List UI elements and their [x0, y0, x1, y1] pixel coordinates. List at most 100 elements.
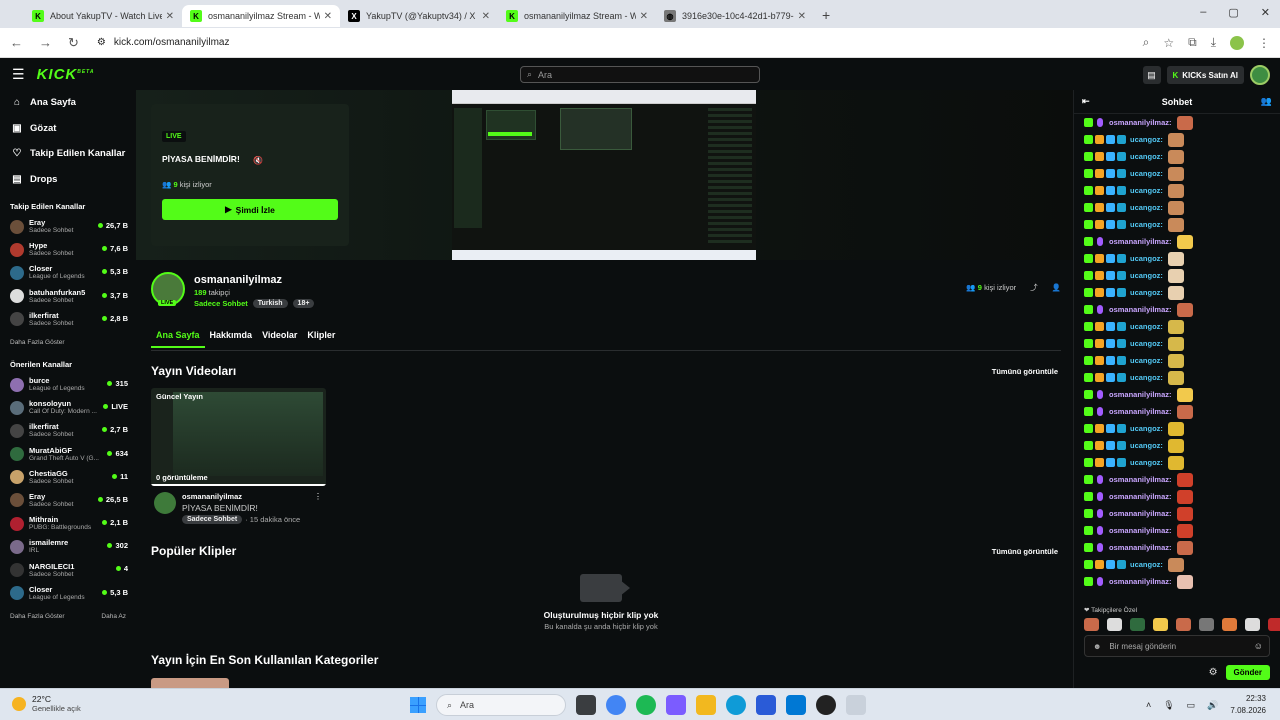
chat-message[interactable]: ucangoz: [1084, 369, 1274, 386]
hamburger-menu-icon[interactable]: ☰ [12, 66, 25, 83]
user-avatar[interactable] [1250, 65, 1270, 85]
chat-message[interactable]: osmananilyilmaz: [1084, 488, 1274, 505]
maximize-button[interactable]: ▢ [1228, 6, 1238, 19]
chat-message[interactable]: osmananilyilmaz: [1084, 573, 1274, 590]
sidebar-channel[interactable]: ChestiaGG Sadece Sohbet 11 [0, 466, 136, 489]
kick-logo[interactable]: KICKBETA [37, 66, 95, 83]
chat-message[interactable]: ucangoz: [1084, 318, 1274, 335]
browser-tab[interactable]: X YakupTV (@Yakuptv34) / X ✕ [340, 5, 498, 27]
tag-pill[interactable]: 18+ [292, 299, 315, 308]
chat-messages[interactable]: osmananilyilmaz: ucangoz: ucangoz: ucangoz:… [1084, 114, 1274, 594]
chat-username[interactable]: ucangoz: [1130, 424, 1163, 433]
chat-username[interactable]: ucangoz: [1130, 169, 1163, 178]
chat-username[interactable]: ucangoz: [1130, 135, 1163, 144]
chat-message[interactable]: ucangoz: [1084, 335, 1274, 352]
muted-icon[interactable]: 🔇 [253, 156, 263, 165]
sidebar-channel[interactable]: batuhanfurkan5 Sadece Sohbet 3,7 B [0, 285, 136, 308]
sidebar-channel[interactable]: ismailemre IRL 302 [0, 535, 136, 558]
inventory-icon[interactable]: ▤ [1142, 66, 1161, 84]
sidebar-channel[interactable]: Closer League of Legends 5,3 B [0, 582, 136, 605]
chat-message[interactable]: osmananilyilmaz: [1084, 505, 1274, 522]
send-button[interactable]: Gönder [1225, 664, 1270, 680]
chat-badge-icon[interactable]: ☻ [1093, 642, 1101, 651]
sidebar-channel[interactable]: Hype Sadece Sohbet 7,6 B [0, 238, 136, 261]
video-channel-name[interactable]: osmananilyilmaz [182, 492, 242, 501]
chat-username[interactable]: osmananilyilmaz: [1109, 237, 1172, 246]
follow-user-icon[interactable]: 👤 [1052, 283, 1061, 292]
microphone-icon[interactable]: 🎙 [1163, 700, 1174, 711]
url-text[interactable]: kick.com/osmananilyilmaz [114, 37, 230, 48]
sidebar-channel[interactable]: Closer League of Legends 5,3 B [0, 261, 136, 284]
task-view-icon[interactable] [576, 695, 596, 715]
close-tab-icon[interactable]: ✕ [482, 11, 490, 22]
share-icon[interactable]: ⤴ [1030, 282, 1038, 293]
sidebar-nav-item[interactable]: ▤ Drops [0, 167, 136, 193]
chat-username[interactable]: ucangoz: [1130, 560, 1163, 569]
chat-username[interactable]: osmananilyilmaz: [1109, 475, 1172, 484]
chat-message[interactable]: ucangoz: [1084, 420, 1274, 437]
network-icon[interactable]: ▭ [1187, 700, 1196, 711]
video-channel-avatar[interactable] [154, 492, 176, 514]
chat-message[interactable]: ucangoz: [1084, 199, 1274, 216]
tray-chevron-icon[interactable]: ˄ [1146, 700, 1151, 710]
chat-input[interactable]: ☻ Bir mesaj gönderin ☺ [1084, 635, 1270, 657]
emote-icon[interactable] [1199, 618, 1214, 631]
emote-icon[interactable] [1084, 618, 1099, 631]
sidebar-channel[interactable]: ilkerfirat Sadece Sohbet 2,8 B [0, 308, 136, 331]
search-input[interactable]: ⌕ Ara [520, 66, 760, 83]
chat-message[interactable]: ucangoz: [1084, 267, 1274, 284]
reload-icon[interactable]: ↻ [68, 35, 79, 51]
chat-message[interactable]: ucangoz: [1084, 131, 1274, 148]
forward-icon[interactable]: → [39, 35, 52, 51]
weather-widget[interactable]: 22°C Genellikle açık [12, 694, 81, 713]
sidebar-channel[interactable]: NARGILECI1 Sadece Sohbet 4 [0, 558, 136, 581]
snipping-tool-icon[interactable] [846, 695, 866, 715]
sidebar-nav-item[interactable]: ⌂ Ana Sayfa [0, 90, 136, 116]
sidebar-channel[interactable]: burce League of Legends 315 [0, 373, 136, 396]
chat-message[interactable]: osmananilyilmaz: [1084, 386, 1274, 403]
sidebar-channel[interactable]: konsoloyun Call Of Duty: Modern ... LIVE [0, 396, 136, 419]
chat-message[interactable]: ucangoz: [1084, 437, 1274, 454]
sidebar-channel[interactable]: MuratAbiGF Grand Theft Auto V (G... 634 [0, 443, 136, 466]
file-explorer-icon[interactable] [696, 695, 716, 715]
chat-message[interactable]: ucangoz: [1084, 556, 1274, 573]
recommended-show-less[interactable]: Daha Az [101, 613, 126, 620]
sidebar-nav-item[interactable]: ♡ Takip Edilen Kanallar [0, 141, 136, 167]
browser-menu-icon[interactable]: ⋮ [1258, 36, 1270, 50]
extensions-icon[interactable]: ⧉ [1188, 35, 1197, 50]
video-thumbnail[interactable]: Güncel Yayın 0 görüntüleme [151, 388, 326, 486]
close-tab-icon[interactable]: ✕ [640, 11, 648, 22]
chat-message[interactable]: ucangoz: [1084, 216, 1274, 233]
emote-icon[interactable] [1153, 618, 1168, 631]
chat-message[interactable]: osmananilyilmaz: [1084, 539, 1274, 556]
video-category-pill[interactable]: Sadece Sohbet [182, 515, 243, 524]
chat-message[interactable]: osmananilyilmaz: [1084, 114, 1274, 131]
chat-username[interactable]: ucangoz: [1130, 339, 1163, 348]
watch-now-button[interactable]: ▶ Şimdi İzle [162, 199, 338, 220]
stream-preview[interactable] [452, 90, 756, 260]
chat-message[interactable]: osmananilyilmaz: [1084, 301, 1274, 318]
chrome-icon[interactable] [606, 695, 626, 715]
zoom-icon[interactable]: ⌕ [1143, 35, 1150, 50]
clock[interactable]: 22:33 7.08.2026 [1230, 693, 1266, 717]
chat-settings-icon[interactable]: ⚙ [1209, 667, 1218, 678]
chat-username[interactable]: ucangoz: [1130, 254, 1163, 263]
chat-username[interactable]: ucangoz: [1130, 356, 1163, 365]
tab-home[interactable]: Ana Sayfa [151, 330, 205, 348]
browser-tab[interactable]: ◍ 3916e30e-10c4-42d1-b779-acc ✕ [656, 5, 814, 27]
emote-icon[interactable] [1245, 618, 1260, 631]
channel-category[interactable]: Sadece Sohbet [194, 299, 248, 308]
browser-tab[interactable]: Kosmananilyilmaz Stream - Watc ✕ [182, 5, 340, 27]
emote-icon[interactable] [1268, 618, 1280, 631]
chat-message[interactable]: ucangoz: [1084, 454, 1274, 471]
edge-icon[interactable] [726, 695, 746, 715]
chat-message[interactable]: ucangoz: [1084, 250, 1274, 267]
taskbar-search[interactable]: ⌕ Ara [436, 694, 566, 716]
minimize-button[interactable]: – [1200, 6, 1206, 19]
chat-username[interactable]: ucangoz: [1130, 271, 1163, 280]
sidebar-channel[interactable]: Eray Sadece Sohbet 26,5 B [0, 489, 136, 512]
spotify-icon[interactable] [636, 695, 656, 715]
chat-username[interactable]: ucangoz: [1130, 441, 1163, 450]
volume-icon[interactable]: 🔊 [1207, 700, 1218, 711]
store-icon[interactable] [756, 695, 776, 715]
